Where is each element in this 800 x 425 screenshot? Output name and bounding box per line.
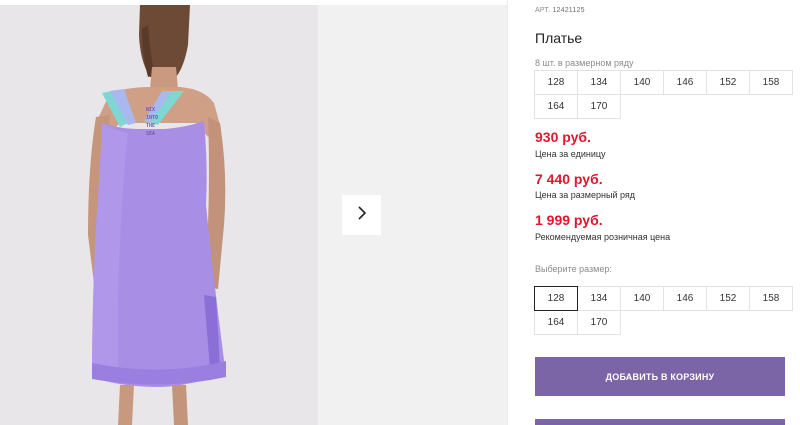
panel-divider	[507, 0, 508, 425]
svg-text:INTO: INTO	[146, 115, 158, 121]
choose-size-label: Выберите размер:	[535, 264, 612, 274]
range-price: 7 440 руб.	[535, 171, 603, 187]
size-option[interactable]: 164	[534, 310, 578, 335]
size-range-cell: 164	[534, 94, 578, 119]
size-range-cell: 128	[534, 70, 578, 95]
article-number: АРТ. 12421125	[535, 7, 585, 14]
range-price-label: Цена за размерный ряд	[535, 190, 636, 200]
size-range-grid: 128 134 140 146 152 158 164 170	[534, 70, 793, 119]
product-title: Платье	[535, 30, 583, 46]
size-option-selected[interactable]: 128	[534, 286, 578, 311]
size-range-cell: 146	[663, 70, 707, 95]
svg-text:THE: THE	[146, 123, 155, 129]
article-label: АРТ.	[535, 7, 551, 14]
gallery-next-area	[318, 5, 507, 425]
gallery-next-button[interactable]	[342, 195, 381, 235]
size-option[interactable]: 146	[663, 286, 707, 311]
unit-price: 930 руб.	[535, 129, 591, 145]
chevron-right-icon	[356, 205, 368, 226]
secondary-action-button[interactable]	[535, 419, 785, 425]
size-option[interactable]: 140	[620, 286, 664, 311]
retail-price: 1 999 руб.	[535, 212, 603, 228]
size-option[interactable]: 158	[749, 286, 793, 311]
unit-price-label: Цена за единицу	[535, 149, 606, 159]
size-option[interactable]: 170	[577, 310, 621, 335]
svg-text:SEA: SEA	[146, 131, 155, 137]
size-range-cell: 140	[620, 70, 664, 95]
add-to-cart-button[interactable]: ДОБАВИТЬ В КОРЗИНУ	[535, 357, 785, 396]
size-selector: 128 134 140 146 152 158 164 170	[534, 286, 793, 335]
size-option[interactable]: 152	[706, 286, 750, 311]
size-range-note: 8 шт. в размерном ряду	[535, 58, 634, 68]
size-range-cell: 152	[706, 70, 750, 95]
article-value: 12421125	[552, 7, 585, 14]
product-gallery: NIX INTO THE SEA	[0, 0, 507, 425]
retail-price-label: Рекомендуемая розничная цена	[535, 232, 671, 242]
size-range-cell: 134	[577, 70, 621, 95]
svg-text:NIX: NIX	[146, 107, 155, 113]
size-range-cell: 170	[577, 94, 621, 119]
size-range-cell: 158	[749, 70, 793, 95]
dress-illustration: NIX INTO THE SEA	[0, 5, 318, 425]
product-photo: NIX INTO THE SEA	[0, 5, 318, 425]
size-option[interactable]: 134	[577, 286, 621, 311]
